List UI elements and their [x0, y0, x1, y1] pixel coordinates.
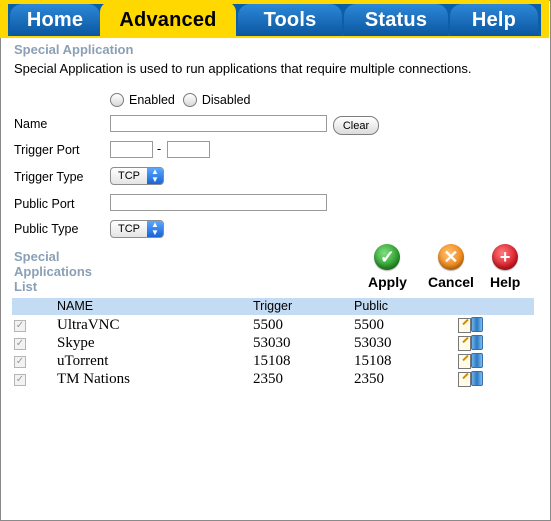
edit-icon[interactable]: [458, 354, 471, 369]
section-description: Special Application is used to run appli…: [14, 61, 472, 76]
tab-help[interactable]: Help: [450, 4, 538, 36]
column-public-header: Public: [354, 299, 389, 313]
table-row: ✓ UltraVNC 5500 5500: [12, 317, 534, 335]
select-arrows-icon: ▲ ▼: [147, 221, 163, 237]
column-name-header: NAME: [57, 299, 94, 313]
checkmark-icon: ✓: [374, 244, 401, 270]
table-row: ✓ uTorrent 15108 15108: [12, 353, 534, 371]
trigger-type-select[interactable]: TCP ▲ ▼: [110, 167, 164, 185]
edit-icon[interactable]: [458, 336, 471, 351]
disabled-label: Disabled: [201, 93, 251, 107]
name-input[interactable]: [110, 115, 327, 132]
cancel-button[interactable]: ✕ Cancel: [428, 244, 474, 290]
tab-home-label: Home: [26, 8, 84, 31]
trash-icon[interactable]: [471, 371, 483, 386]
trigger-type-label: Trigger Type: [14, 170, 84, 184]
edit-icon[interactable]: [458, 318, 471, 333]
trash-icon[interactable]: [471, 353, 483, 368]
list-title-line2: Applications: [14, 264, 93, 279]
row-public: 53030: [354, 335, 392, 351]
enabled-radio[interactable]: [110, 93, 124, 107]
select-arrows-icon: ▲ ▼: [147, 168, 163, 184]
public-type-select[interactable]: TCP ▲ ▼: [110, 220, 164, 238]
public-type-label: Public Type: [14, 222, 79, 236]
apply-label: Apply: [368, 274, 407, 290]
help-button[interactable]: + Help: [490, 244, 520, 290]
row-public: 2350: [354, 371, 384, 387]
trash-icon[interactable]: [471, 335, 483, 350]
trigger-type-value: TCP: [118, 170, 140, 182]
tab-advanced[interactable]: Advanced: [100, 2, 236, 38]
tab-home[interactable]: Home: [10, 4, 100, 36]
public-port-label: Public Port: [14, 197, 75, 211]
row-trigger: 53030: [253, 335, 291, 351]
public-port-input[interactable]: [110, 194, 327, 211]
edit-icon[interactable]: [458, 372, 471, 387]
row-trigger: 2350: [253, 371, 283, 387]
list-title: Special Applications List: [14, 249, 92, 294]
plus-icon: +: [492, 244, 519, 270]
table-row: ✓ Skype 53030 53030: [12, 335, 534, 353]
row-name: UltraVNC: [57, 317, 120, 333]
help-label: Help: [490, 274, 521, 290]
clear-button[interactable]: Clear: [333, 116, 379, 135]
row-name: Skype: [57, 335, 95, 351]
row-enable-checkbox[interactable]: ✓: [14, 338, 26, 350]
trigger-port-label: Trigger Port: [14, 143, 80, 157]
tab-advanced-label: Advanced: [119, 8, 217, 31]
name-label: Name: [14, 117, 48, 131]
row-trigger: 5500: [253, 317, 283, 333]
apply-button[interactable]: ✓ Apply: [368, 244, 407, 290]
enable-radio-group: Enabled Disabled: [110, 93, 259, 107]
row-enable-checkbox[interactable]: ✓: [14, 320, 26, 332]
enabled-label: Enabled: [129, 93, 175, 107]
enabled-option[interactable]: Enabled: [110, 93, 175, 107]
cancel-label: Cancel: [428, 274, 474, 290]
tab-status[interactable]: Status: [344, 4, 448, 36]
row-name: TM Nations: [57, 371, 130, 387]
column-trigger-header: Trigger: [253, 299, 293, 313]
row-name: uTorrent: [57, 353, 109, 369]
tab-tools-label: Tools: [263, 8, 317, 31]
row-public: 15108: [354, 353, 392, 369]
row-trigger: 15108: [253, 353, 291, 369]
row-public: 5500: [354, 317, 384, 333]
port-range-separator: -: [157, 142, 162, 156]
row-enable-checkbox[interactable]: ✓: [14, 374, 26, 386]
tab-status-label: Status: [364, 8, 428, 31]
tab-bar: Home Advanced Tools Status Help: [0, 0, 549, 38]
trigger-port-from-input[interactable]: [110, 141, 153, 158]
table-row: ✓ TM Nations 2350 2350: [12, 371, 534, 389]
disabled-radio[interactable]: [182, 93, 197, 107]
list-title-line3: List: [14, 279, 38, 294]
trigger-port-to-input[interactable]: [167, 141, 210, 158]
public-type-value: TCP: [118, 223, 140, 235]
tab-tools[interactable]: Tools: [238, 4, 342, 36]
list-title-line1: Special: [14, 249, 60, 264]
table-header: NAME Trigger Public: [12, 298, 534, 315]
cancel-x-icon: ✕: [437, 244, 464, 270]
disabled-option[interactable]: Disabled: [182, 93, 251, 107]
trash-icon[interactable]: [471, 317, 483, 332]
row-enable-checkbox[interactable]: ✓: [14, 356, 26, 368]
tab-help-label: Help: [471, 8, 517, 31]
section-title: Special Application: [14, 42, 134, 57]
